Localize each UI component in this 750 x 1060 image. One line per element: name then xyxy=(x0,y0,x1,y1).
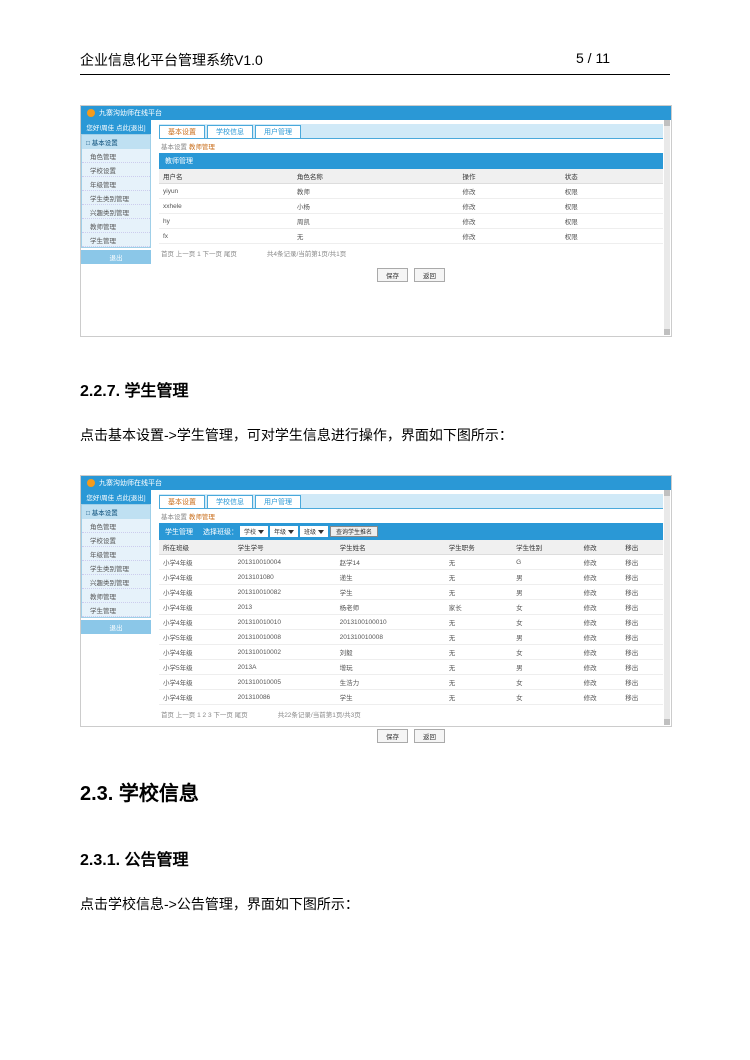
save-button[interactable]: 保存 xyxy=(377,729,408,743)
screenshot-teacher-mgmt: 九寨沟幼师在线平台 您好!周佳 点此[退出] □ 基本设置 角色管理 学校设置 … xyxy=(80,105,672,337)
table-row: 小学4年级201310086学生无女修改移出 xyxy=(159,690,663,705)
nav-item[interactable]: 角色管理 xyxy=(82,519,150,533)
app-logo-icon xyxy=(87,479,95,487)
table-row: 小学5年级201310010008201310010008无男修改移出 xyxy=(159,630,663,645)
class-select[interactable]: 班级 xyxy=(300,526,328,537)
doc-title: 企业信息化平台管理系统V1.0 xyxy=(80,50,263,70)
scrollbar[interactable] xyxy=(664,120,670,335)
panel-title: 教师管理 xyxy=(159,153,663,169)
para-2-3-1: 点击学校信息->公告管理，界面如下图所示： xyxy=(80,894,670,914)
tab-basic[interactable]: 基本设置 xyxy=(159,125,205,138)
app-logo-icon xyxy=(87,109,95,117)
tab-school[interactable]: 学校信息 xyxy=(207,495,253,508)
chevron-down-icon xyxy=(288,530,294,534)
nav-box-title: □ 基本设置 xyxy=(82,135,150,149)
nav-item[interactable]: 教师管理 xyxy=(82,219,150,233)
app-title-bar: 九寨沟幼师在线平台 xyxy=(81,106,671,120)
table-row: 小学4年级2013101080递生无男修改移出 xyxy=(159,570,663,585)
col-duty: 学生职务 xyxy=(445,540,512,555)
back-button[interactable]: 返回 xyxy=(414,268,445,282)
heading-2-3: 2.3. 学校信息 xyxy=(80,777,670,806)
col-username: 用户名 xyxy=(159,169,293,184)
col-status: 状态 xyxy=(561,169,663,184)
table-row: 小学5年级2013A增玩无男修改移出 xyxy=(159,660,663,675)
table-row: 小学4年级201310010005生浩力无女修改移出 xyxy=(159,675,663,690)
chevron-down-icon xyxy=(318,530,324,534)
nav-item[interactable]: 学校设置 xyxy=(82,533,150,547)
table-row: 小学4年级2013杨老师家长女修改移出 xyxy=(159,600,663,615)
table-row: hy周凯修改权限 xyxy=(159,214,663,229)
nav-box: □ 基本设置 角色管理 学校设置 年级管理 学生类别管理 兴趣类别管理 教师管理… xyxy=(81,134,151,248)
page-number: 5 / 11 xyxy=(576,50,610,70)
heading-2-2-7: 2.2.7. 学生管理 xyxy=(80,377,670,401)
back-button[interactable]: 返回 xyxy=(414,729,445,743)
nav-item[interactable]: 教师管理 xyxy=(82,589,150,603)
scrollbar[interactable] xyxy=(664,490,670,725)
col-remove: 移出 xyxy=(621,540,663,555)
chevron-down-icon xyxy=(258,530,264,534)
school-select[interactable]: 学校 xyxy=(240,526,268,537)
nav-greeting: 您好!周佳 点此[退出] xyxy=(81,120,151,134)
app-title: 九寨沟幼师在线平台 xyxy=(99,108,162,118)
tab-basic[interactable]: 基本设置 xyxy=(159,495,205,508)
tab-user[interactable]: 用户管理 xyxy=(255,125,301,138)
nav-exit-button[interactable]: 退出 xyxy=(81,620,151,634)
pager[interactable]: 首页 上一页 1 2 3 下一页 尾页 共22条记录/当前第1页/共3页 xyxy=(159,705,663,723)
col-class: 所在班级 xyxy=(159,540,234,555)
heading-2-3-1: 2.3.1. 公告管理 xyxy=(80,846,670,870)
save-button[interactable]: 保存 xyxy=(377,268,408,282)
grade-select[interactable]: 年级 xyxy=(270,526,298,537)
nav-item[interactable]: 兴趣类别管理 xyxy=(82,575,150,589)
app-title: 九寨沟幼师在线平台 xyxy=(99,478,162,488)
table-row: 小学4年级201310010004赵学14无G修改移出 xyxy=(159,555,663,570)
nav-greeting: 您好!周佳 点此[退出] xyxy=(81,490,151,504)
nav-item[interactable]: 兴趣类别管理 xyxy=(82,205,150,219)
col-gender: 学生性别 xyxy=(512,540,579,555)
nav-item[interactable]: 学生管理 xyxy=(82,233,150,247)
breadcrumb: 基本设置 教师管理 xyxy=(159,509,663,523)
table-row: 小学4年级2013100100102013100100010无女修改移出 xyxy=(159,615,663,630)
col-edit: 修改 xyxy=(580,540,622,555)
query-button[interactable]: 查询学生推名 xyxy=(330,526,378,537)
nav-exit-button[interactable]: 退出 xyxy=(81,250,151,264)
nav-item[interactable]: 学生类别管理 xyxy=(82,191,150,205)
nav-box-title: □ 基本设置 xyxy=(82,505,150,519)
table-row: fx无修改权限 xyxy=(159,229,663,244)
col-op: 操作 xyxy=(458,169,560,184)
panel-title: 学生管理 xyxy=(159,524,199,540)
screenshot-student-mgmt: 九寨沟幼师在线平台 您好!周佳 点此[退出] □ 基本设置 角色管理 学校设置 … xyxy=(80,475,672,727)
table-row: 小学4年级201310010002刘毅无女修改移出 xyxy=(159,645,663,660)
breadcrumb: 基本设置 教师管理 xyxy=(159,139,663,153)
nav-item[interactable]: 年级管理 xyxy=(82,547,150,561)
nav-item[interactable]: 年级管理 xyxy=(82,177,150,191)
table-row: yiyun教师修改权限 xyxy=(159,184,663,199)
para-2-2-7: 点击基本设置->学生管理，可对学生信息进行操作，界面如下图所示： xyxy=(80,425,670,445)
table-row: 小学4年级201310010082学生无男修改移出 xyxy=(159,585,663,600)
tab-school[interactable]: 学校信息 xyxy=(207,125,253,138)
nav-item[interactable]: 学校设置 xyxy=(82,163,150,177)
nav-item[interactable]: 角色管理 xyxy=(82,149,150,163)
nav-item[interactable]: 学生管理 xyxy=(82,603,150,617)
col-role: 角色名称 xyxy=(293,169,459,184)
pager[interactable]: 首页 上一页 1 下一页 尾页 共4条记录/当前第1页/共1页 xyxy=(159,244,663,262)
app-title-bar: 九寨沟幼师在线平台 xyxy=(81,476,671,490)
filter-bar: 选择班级： 学校 年级 班级 查询学生推名 xyxy=(199,523,382,540)
student-table: 所在班级 学生学号 学生姓名 学生职务 学生性别 修改 移出 小学4年级2013… xyxy=(159,540,663,705)
filter-label: 选择班级： xyxy=(203,527,238,537)
table-row: xxhele小杨修改权限 xyxy=(159,199,663,214)
tab-user[interactable]: 用户管理 xyxy=(255,495,301,508)
nav-item[interactable]: 学生类别管理 xyxy=(82,561,150,575)
col-id: 学生学号 xyxy=(234,540,336,555)
page-header: 企业信息化平台管理系统V1.0 5 / 11 xyxy=(80,50,670,75)
nav-box: □ 基本设置 角色管理 学校设置 年级管理 学生类别管理 兴趣类别管理 教师管理… xyxy=(81,504,151,618)
teacher-table: 用户名 角色名称 操作 状态 yiyun教师修改权限 xxhele小杨修改权限 … xyxy=(159,169,663,244)
col-name: 学生姓名 xyxy=(336,540,445,555)
